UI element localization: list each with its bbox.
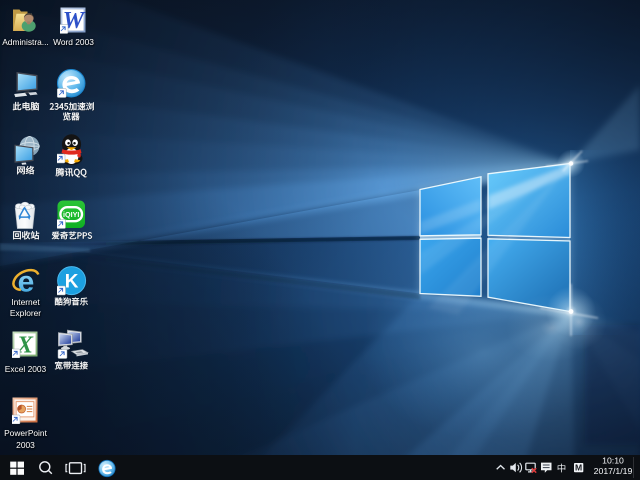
svg-text:10:10: 10:10 xyxy=(602,456,624,466)
svg-text:K: K xyxy=(64,272,78,293)
svg-text:iQIYI: iQIYI xyxy=(63,210,79,219)
svg-text:2017/1/19: 2017/1/19 xyxy=(594,466,633,476)
svg-text:M: M xyxy=(575,462,582,472)
